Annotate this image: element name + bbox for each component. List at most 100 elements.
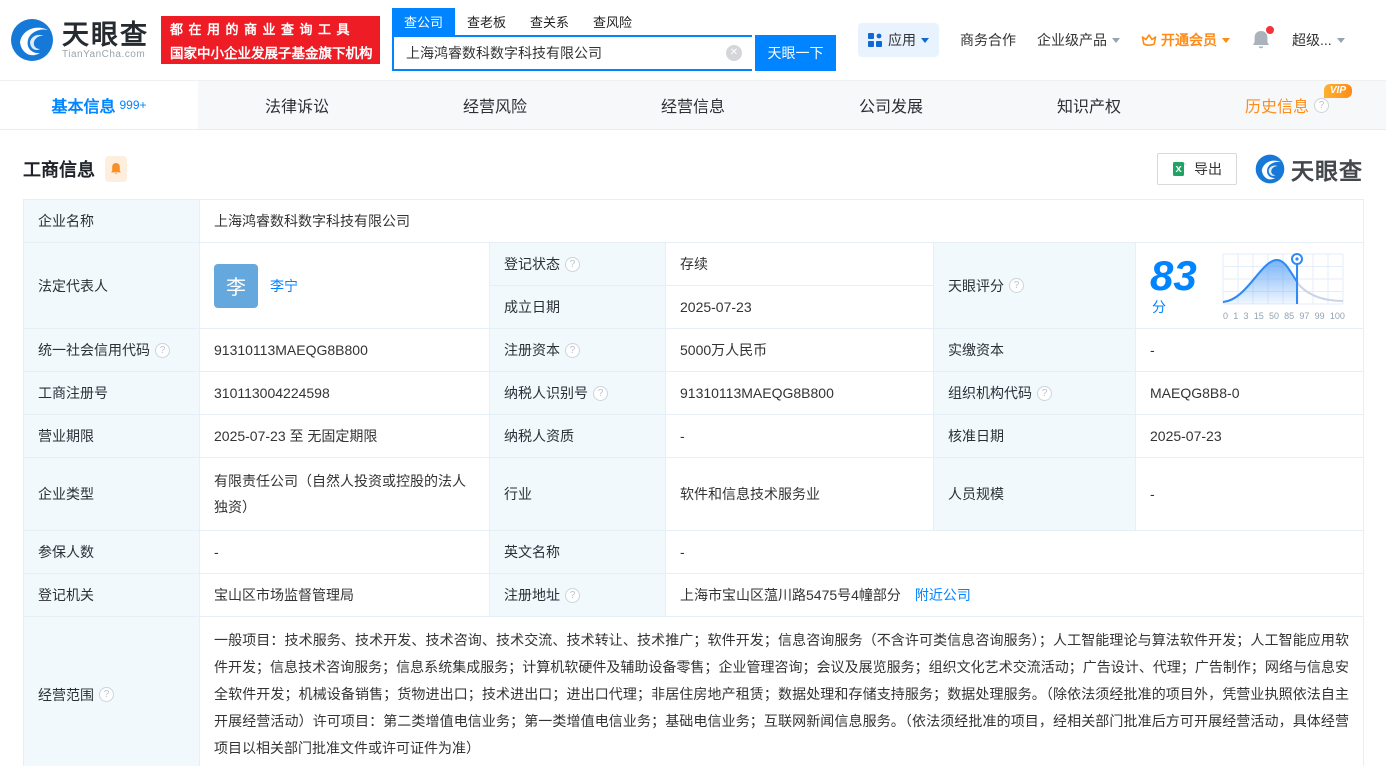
table-row: 营业期限 2025-07-23 至 无固定期限 纳税人资质 - 核准日期 202… xyxy=(23,414,1364,458)
field-label: 组织机构代码 xyxy=(948,385,1032,401)
tab-company-development[interactable]: 公司发展 xyxy=(792,81,990,129)
industry-value: 软件和信息技术服务业 xyxy=(665,457,934,531)
axis-tick: 97 xyxy=(1299,311,1310,321)
tab-operation-risk[interactable]: 经营风险 xyxy=(396,81,594,129)
brand-name: 天眼查 xyxy=(1291,158,1363,184)
field-label: 天眼评分 xyxy=(948,277,1004,294)
field-label-cell: 组织机构代码 xyxy=(933,371,1136,415)
business-scope-text: 一般项目：技术服务、技术开发、技术咨询、技术交流、技术转让、技术推广；软件开发；… xyxy=(214,632,1349,756)
search-tab-risk[interactable]: 查风险 xyxy=(581,8,644,35)
vip-badge: VIP xyxy=(1323,84,1352,98)
english-name-value: - xyxy=(665,530,1364,574)
help-icon[interactable] xyxy=(1314,97,1329,113)
caret-down-icon xyxy=(921,37,929,43)
score-distribution-chart: 0 1 3 15 50 85 97 99 100 xyxy=(1215,250,1349,321)
nav-super-vip-label: 超级... xyxy=(1292,32,1332,48)
slogan-badge: 都在用的商业查询工具 国家中小企业发展子基金旗下机构 xyxy=(161,16,380,64)
logo-title: 天眼查 xyxy=(62,19,149,50)
field-label: 成立日期 xyxy=(489,285,666,329)
header: 天眼查 TianYanCha.com 都在用的商业查询工具 国家中小企业发展子基… xyxy=(0,0,1386,80)
field-label: 企业名称 xyxy=(23,199,200,243)
nav-cooperation[interactable]: 商务合作 xyxy=(960,30,1016,50)
search-tab-relation[interactable]: 查关系 xyxy=(518,8,581,35)
table-row: 参保人数 - 英文名称 - xyxy=(23,530,1364,574)
axis-tick: 99 xyxy=(1314,311,1325,321)
axis-tick: 100 xyxy=(1329,311,1345,321)
table-row: 工商注册号 310113004224598 纳税人识别号 91310113MAE… xyxy=(23,371,1364,415)
business-info-table: 企业名称 上海鸿睿数科数字科技有限公司 法定代表人 李 李宁 登记状态 存续 天… xyxy=(23,199,1364,766)
nav-enterprise-label: 企业级产品 xyxy=(1037,32,1107,48)
field-label: 参保人数 xyxy=(23,530,200,574)
field-label: 企业类型 xyxy=(23,457,200,531)
help-icon[interactable] xyxy=(155,342,170,358)
apps-grid-icon xyxy=(868,33,882,47)
help-icon[interactable] xyxy=(593,385,608,401)
notification-dot xyxy=(1266,26,1274,34)
legal-rep-link[interactable]: 李宁 xyxy=(270,276,298,296)
help-icon[interactable] xyxy=(1009,278,1024,293)
tab-operation-info[interactable]: 经营信息 xyxy=(594,81,792,129)
slogan-line2: 国家中小企业发展子基金旗下机构 xyxy=(170,45,373,61)
nav-enterprise[interactable]: 企业级产品 xyxy=(1037,30,1120,50)
tab-intellectual-property[interactable]: 知识产权 xyxy=(990,81,1188,129)
help-icon[interactable] xyxy=(99,687,114,702)
nav-apps-label: 应用 xyxy=(888,32,916,48)
paid-capital-value: - xyxy=(1135,328,1364,372)
tab-basic-info[interactable]: 基本信息 999+ xyxy=(0,81,198,129)
field-label: 注册资本 xyxy=(504,342,560,358)
search-button[interactable]: 天眼一下 xyxy=(755,35,836,71)
nearby-companies-link[interactable]: 附近公司 xyxy=(915,587,971,603)
search-tab-boss[interactable]: 查老板 xyxy=(455,8,518,35)
help-icon[interactable] xyxy=(565,256,580,272)
nav-super-vip[interactable]: 超级... xyxy=(1292,30,1345,50)
section-title: 工商信息 xyxy=(23,160,95,180)
tab-basic-info-badge: 999+ xyxy=(119,98,147,112)
score-value: 83分 xyxy=(1150,251,1203,317)
field-label-cell: 登记状态 xyxy=(489,242,666,286)
tab-legal[interactable]: 法律诉讼 xyxy=(198,81,396,129)
help-icon[interactable] xyxy=(565,342,580,358)
nav-open-vip[interactable]: 开通会员 xyxy=(1141,30,1230,50)
export-label: 导出 xyxy=(1194,161,1222,177)
field-label: 注册地址 xyxy=(504,587,560,603)
reg-address-value: 上海市宝山区蕰川路5475号4幢部分 xyxy=(680,587,901,603)
table-row: 企业名称 上海鸿睿数科数字科技有限公司 xyxy=(23,199,1364,243)
field-label: 统一社会信用代码 xyxy=(38,342,150,358)
field-label: 核准日期 xyxy=(933,414,1136,458)
field-label-cell: 经营范围 xyxy=(23,616,200,766)
business-scope-value: 一般项目：技术服务、技术开发、技术咨询、技术交流、技术转让、技术推广；软件开发；… xyxy=(199,616,1364,766)
tab-history-info[interactable]: VIP 历史信息 xyxy=(1188,81,1386,129)
reg-address-cell: 上海市宝山区蕰川路5475号4幢部分 附近公司 xyxy=(665,573,1364,617)
field-label: 登记机关 xyxy=(23,573,200,617)
help-icon[interactable] xyxy=(565,587,580,603)
slogan-line1: 都在用的商业查询工具 xyxy=(170,21,356,37)
tianyancha-logo-icon xyxy=(1255,154,1285,184)
notification-bell[interactable] xyxy=(1251,26,1274,51)
axis-tick: 3 xyxy=(1243,311,1249,321)
clear-search-icon[interactable] xyxy=(726,45,742,61)
export-button[interactable]: 导出 xyxy=(1157,153,1237,185)
score-number: 83 xyxy=(1150,251,1197,299)
monitor-bell-button[interactable] xyxy=(105,156,127,182)
search-tab-company[interactable]: 查公司 xyxy=(392,8,456,35)
table-row: 统一社会信用代码 91310113MAEQG8B800 注册资本 5000万人民… xyxy=(23,328,1364,372)
nav-apps[interactable]: 应用 xyxy=(858,23,939,57)
field-label: 纳税人识别号 xyxy=(504,385,588,401)
org-code-value: MAEQG8B8-0 xyxy=(1135,371,1364,415)
tianyancha-logo[interactable]: 天眼查 TianYanCha.com xyxy=(10,18,149,62)
table-row: 法定代表人 李 李宁 登记状态 存续 天眼评分 83分 xyxy=(23,242,1364,329)
field-label: 法定代表人 xyxy=(23,242,200,329)
help-icon[interactable] xyxy=(1037,385,1052,401)
company-tabbar: 基本信息 999+ 法律诉讼 经营风险 经营信息 公司发展 知识产权 VIP 历… xyxy=(0,80,1386,130)
score-curve xyxy=(1222,253,1344,305)
field-label: 英文名称 xyxy=(489,530,666,574)
reg-authority-value: 宝山区市场监督管理局 xyxy=(199,573,490,617)
axis-tick: 15 xyxy=(1253,311,1264,321)
company-name-value: 上海鸿睿数科数字科技有限公司 xyxy=(199,199,1364,243)
legal-rep-avatar[interactable]: 李 xyxy=(214,263,258,308)
search-input[interactable] xyxy=(392,35,752,71)
tab-history-info-label: 历史信息 xyxy=(1244,99,1309,116)
company-type-value: 有限责任公司（自然人投资或控股的法人独资） xyxy=(199,457,490,531)
field-label: 工商注册号 xyxy=(23,371,200,415)
score-cell[interactable]: 83分 0 1 3 15 50 85 97 99 100 xyxy=(1135,242,1364,329)
